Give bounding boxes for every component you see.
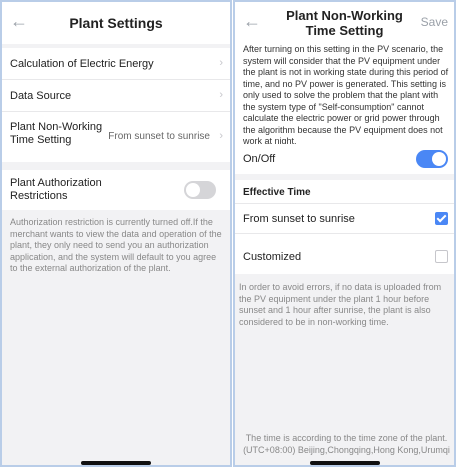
settings-item-electric-energy[interactable]: Calculation of Electric Energy › xyxy=(2,48,230,80)
page-title: Plant Non-Working Time Setting xyxy=(286,8,403,38)
authorization-label: Plant Authorization Restrictions xyxy=(10,177,102,202)
section-title: Effective Time xyxy=(243,187,311,198)
onoff-label: On/Off xyxy=(243,153,276,165)
settings-item-data-source[interactable]: Data Source › xyxy=(2,80,230,112)
non-working-time-screen: ← Plant Non-Working Time Setting Save Af… xyxy=(233,0,456,467)
chevron-right-icon: › xyxy=(219,57,223,69)
chevron-right-icon: › xyxy=(219,130,223,142)
error-note: In order to avoid errors, if no data is … xyxy=(239,282,442,327)
authorization-row: Plant Authorization Restrictions xyxy=(2,170,230,210)
authorization-note: Authorization restriction is currently t… xyxy=(10,217,222,273)
plant-settings-screen: ← Plant Settings Calculation of Electric… xyxy=(0,0,232,467)
navbar: ← Plant Non-Working Time Setting Save xyxy=(235,2,454,44)
onoff-toggle[interactable] xyxy=(416,150,448,168)
home-indicator xyxy=(309,461,380,465)
onoff-row: On/Off xyxy=(235,144,454,174)
back-arrow-icon[interactable]: ← xyxy=(243,12,261,30)
settings-item-value: From sunset to sunrise xyxy=(108,131,210,142)
effective-time-options: From sunset to sunrise Customized xyxy=(235,204,454,274)
setting-description: After turning on this setting in the PV … xyxy=(235,44,454,150)
chevron-right-icon: › xyxy=(219,89,223,101)
checkbox-checked-icon[interactable] xyxy=(435,212,448,225)
home-indicator xyxy=(81,461,151,465)
settings-item-label: Plant Non-Working Time Setting xyxy=(10,121,103,146)
toggle-knob xyxy=(186,183,200,197)
authorization-toggle[interactable] xyxy=(184,181,216,199)
settings-item-label: Data Source xyxy=(10,90,72,102)
settings-list: Calculation of Electric Energy › Data So… xyxy=(2,48,230,162)
page-title: Plant Settings xyxy=(69,15,163,31)
option-sunset-sunrise[interactable]: From sunset to sunrise xyxy=(235,204,454,234)
effective-time-header: Effective Time xyxy=(235,180,454,204)
save-button[interactable]: Save xyxy=(421,15,448,29)
option-label: Customized xyxy=(243,251,302,263)
timezone-footer: The time is according to the time zone o… xyxy=(243,433,450,455)
option-label: From sunset to sunrise xyxy=(243,213,355,225)
settings-item-label: Calculation of Electric Energy xyxy=(10,58,154,70)
settings-item-non-working-time[interactable]: Plant Non-Working Time Setting From suns… xyxy=(2,112,230,162)
option-customized[interactable]: Customized xyxy=(235,240,454,274)
navbar: ← Plant Settings xyxy=(2,2,230,44)
toggle-knob xyxy=(432,152,446,166)
checkbox-unchecked-icon[interactable] xyxy=(435,250,448,263)
back-arrow-icon[interactable]: ← xyxy=(10,12,28,30)
